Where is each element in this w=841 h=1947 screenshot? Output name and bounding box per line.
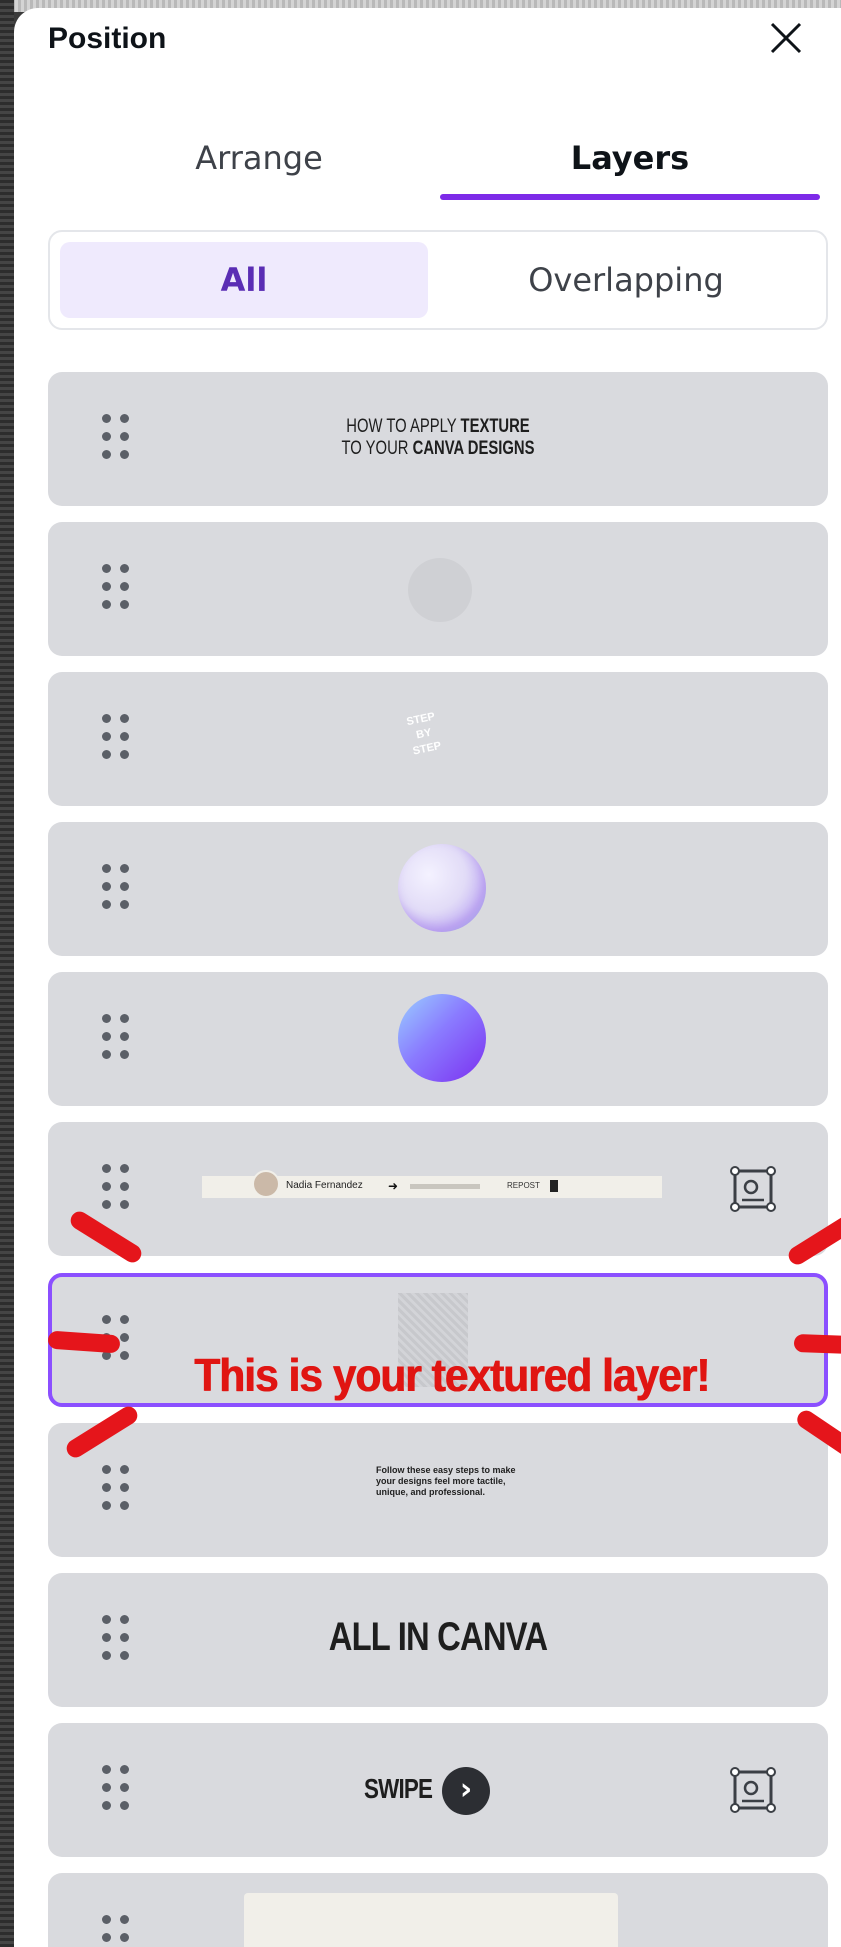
drag-handle-icon[interactable]: [102, 564, 132, 612]
layer-row[interactable]: [48, 522, 828, 656]
rectangle-preview: [244, 1893, 618, 1947]
body-text-preview: Follow these easy steps to make your des…: [376, 1465, 516, 1497]
filter-all-button[interactable]: All: [60, 242, 428, 318]
frame-icon[interactable]: [728, 1164, 778, 1214]
step-by-step-preview: STEP BY STEP: [405, 710, 443, 758]
position-panel: Position Arrange Layers All Overlapping …: [14, 8, 841, 1947]
layer-row[interactable]: STEP BY STEP: [48, 672, 828, 806]
drag-handle-icon[interactable]: [102, 1765, 132, 1813]
layer-row[interactable]: ALL IN CANVA: [48, 1573, 828, 1707]
drag-handle-icon[interactable]: [102, 1164, 132, 1212]
layer-filter: All Overlapping: [48, 230, 828, 330]
avatar: [252, 1170, 280, 1198]
layer-row[interactable]: HOW TO APPLY TEXTURE TO YOUR CANVA DESIG…: [48, 372, 828, 506]
faint-circle-preview: [408, 558, 472, 622]
layer-row[interactable]: Nadia Fernandez ➜ REPOST: [48, 1122, 828, 1256]
bookmark-icon: [550, 1180, 558, 1192]
annotation-label: This is your textured layer!: [194, 1349, 710, 1401]
bubble-preview: [398, 844, 486, 932]
title-line2-bold: CANVA DESIGNS: [412, 438, 535, 459]
panel-title: Position: [48, 22, 167, 55]
tab-layers[interactable]: Layers: [440, 128, 820, 188]
title-line2: TO YOUR: [341, 438, 413, 459]
arrow-icon: ➜: [388, 1179, 399, 1193]
drag-handle-icon[interactable]: [102, 1465, 132, 1513]
author-bar-preview: Nadia Fernandez ➜ REPOST: [202, 1170, 662, 1198]
gradient-circle-preview: [398, 994, 486, 1082]
title-line1: HOW TO APPLY: [346, 416, 461, 437]
chevron-right-icon: ›: [442, 1767, 490, 1815]
author-name: Nadia Fernandez: [286, 1180, 363, 1191]
background-strip-left: [0, 0, 14, 1947]
title-line1-bold: TEXTURE: [460, 416, 530, 437]
layer-preview-title: HOW TO APPLY TEXTURE TO YOUR CANVA DESIG…: [282, 416, 594, 460]
layer-row[interactable]: Follow these easy steps to make your des…: [48, 1423, 828, 1557]
drag-handle-icon[interactable]: [102, 714, 132, 762]
annotation-mark: [793, 1333, 841, 1355]
placeholder-text: [410, 1184, 480, 1189]
swipe-label: SWIPE: [364, 1773, 433, 1804]
layer-row[interactable]: [48, 1873, 828, 1947]
drag-handle-icon[interactable]: [102, 1915, 132, 1947]
layer-row[interactable]: [48, 822, 828, 956]
drag-handle-icon[interactable]: [102, 1615, 132, 1663]
drag-handle-icon[interactable]: [102, 1014, 132, 1062]
tab-bar: Arrange Layers: [14, 128, 841, 208]
all-in-canva-preview: ALL IN CANVA: [328, 1615, 548, 1659]
drag-handle-icon[interactable]: [102, 864, 132, 912]
filter-overlapping-button[interactable]: Overlapping: [442, 242, 810, 318]
tab-arrange[interactable]: Arrange: [134, 128, 384, 188]
close-icon[interactable]: [766, 18, 806, 58]
layer-row[interactable]: SWIPE ›: [48, 1723, 828, 1857]
repost-label: REPOST: [507, 1181, 540, 1190]
frame-icon[interactable]: [728, 1765, 778, 1815]
swipe-preview: SWIPE ›: [364, 1765, 524, 1815]
drag-handle-icon[interactable]: [102, 414, 132, 462]
layer-row[interactable]: [48, 972, 828, 1106]
active-tab-indicator: [440, 194, 820, 200]
